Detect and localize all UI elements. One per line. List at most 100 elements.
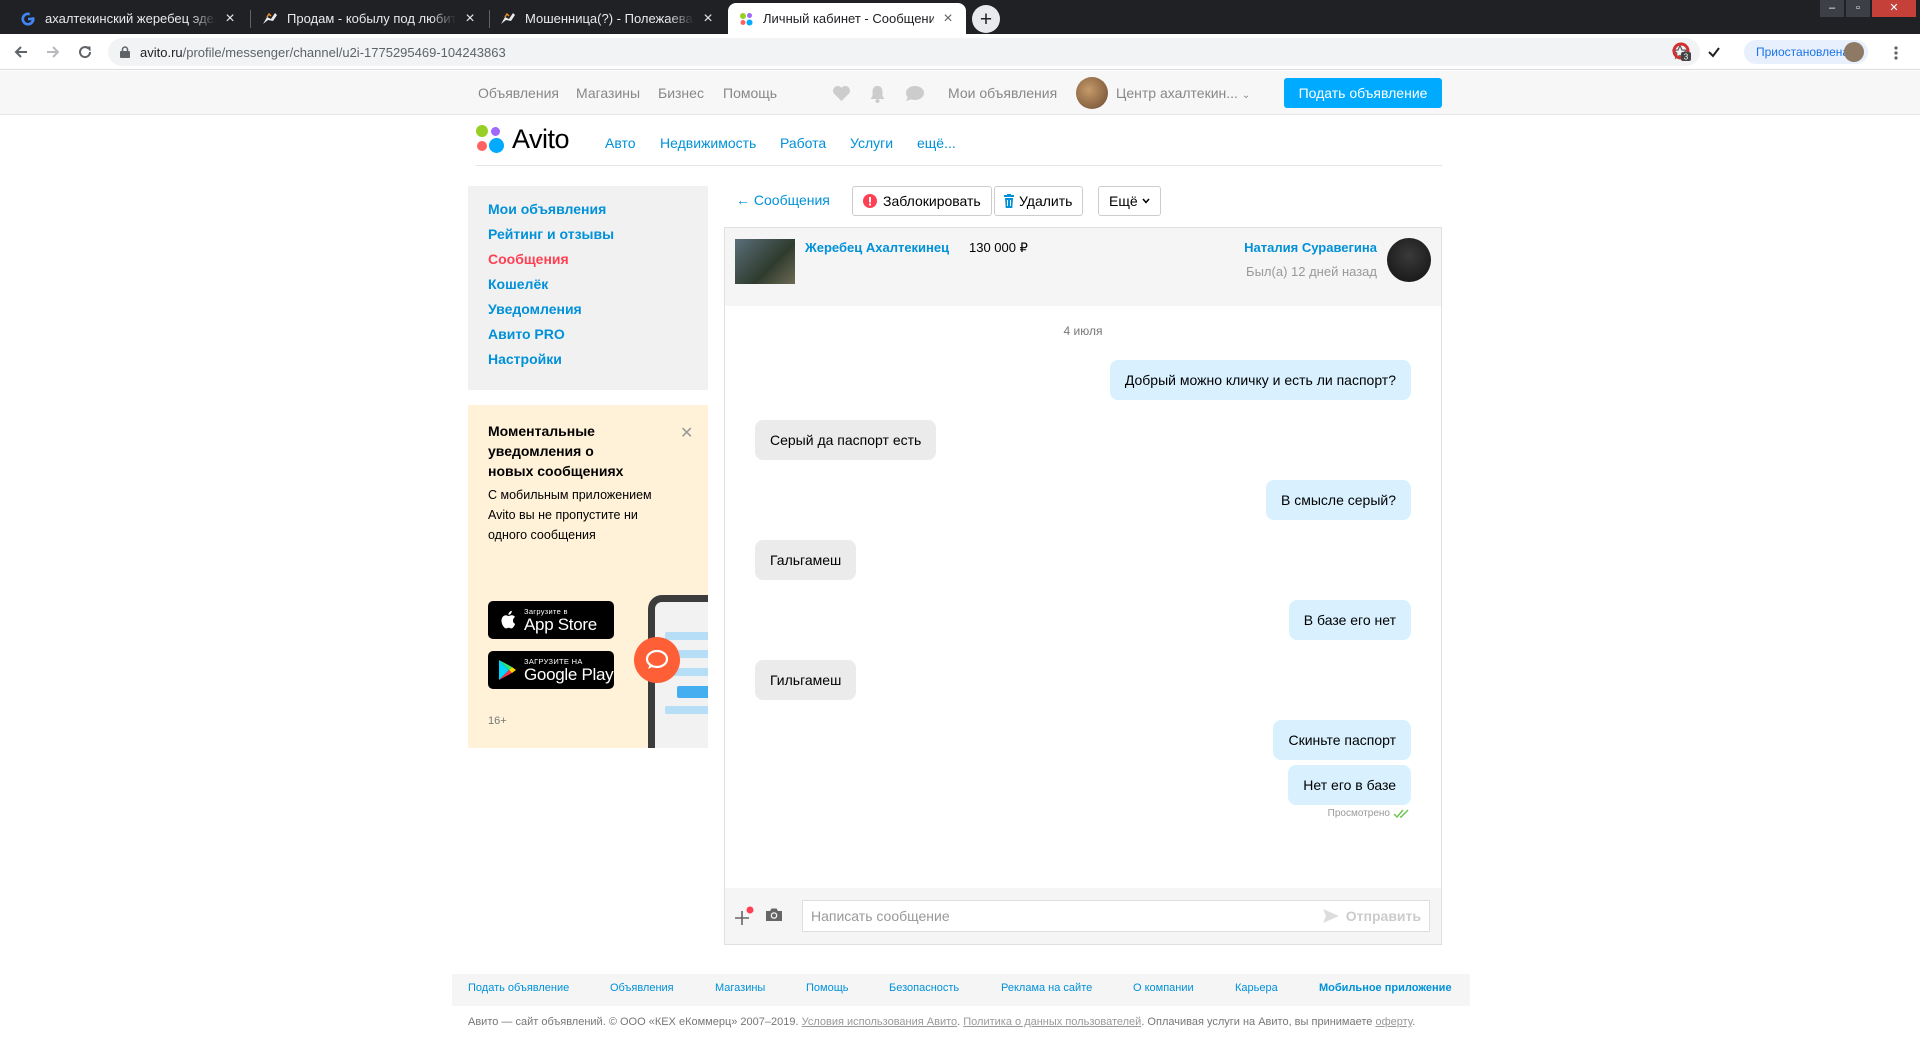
- close-icon[interactable]: ✕: [680, 423, 693, 443]
- profile-sync-paused[interactable]: Приостановлена: [1744, 40, 1868, 64]
- nav-more[interactable]: ещё...: [917, 135, 956, 151]
- message-outgoing: В смысле серый?: [1265, 480, 1411, 520]
- address-bar[interactable]: avito.ru/profile/messenger/channel/u2i-1…: [108, 38, 1700, 66]
- close-window-icon[interactable]: ✕: [1872, 0, 1916, 17]
- tab-close-icon[interactable]: ×: [222, 10, 238, 27]
- tab-title: Продам - кобылу под любителя: [287, 11, 456, 26]
- maximize-icon[interactable]: ▫: [1846, 0, 1870, 17]
- tab-title: Личный кабинет - Сообщения: [763, 11, 934, 26]
- message-outgoing: Скиньте паспорт: [1273, 720, 1411, 760]
- send-button[interactable]: Отправить: [1322, 908, 1421, 924]
- message-outgoing: Добрый можно кличку и есть ли паспорт?: [1109, 360, 1411, 400]
- nav-auto[interactable]: Авто: [605, 135, 636, 151]
- topbar-link-ads[interactable]: Объявления: [478, 85, 559, 101]
- tab-close-icon[interactable]: ×: [940, 10, 956, 27]
- item-thumbnail[interactable]: [735, 239, 795, 284]
- url-path: /profile/messenger/channel/u2i-177529546…: [182, 44, 506, 60]
- attach-plus-icon[interactable]: [733, 906, 755, 928]
- footer-link-help[interactable]: Помощь: [806, 982, 849, 994]
- footer-link-careers[interactable]: Карьера: [1235, 982, 1278, 994]
- message-input[interactable]: Написать сообщение Отправить: [802, 900, 1430, 932]
- block-button[interactable]: Заблокировать: [852, 186, 992, 216]
- sidebar-item-notifications[interactable]: Уведомления: [488, 301, 582, 317]
- sidebar-item-my-ads[interactable]: Мои объявления: [488, 201, 606, 217]
- footer-copyright: Авито — сайт объявлений. © ООО «КЕХ еКом…: [468, 1016, 1416, 1028]
- app-promo-banner: Моментальные уведомления о новых сообщен…: [468, 405, 708, 748]
- topbar-link-business[interactable]: Бизнес: [658, 85, 704, 101]
- interlocutor-avatar[interactable]: [1387, 238, 1431, 282]
- browser-tab-4-active[interactable]: Личный кабинет - Сообщения ×: [728, 3, 966, 34]
- extension-badge: 3: [1684, 53, 1689, 62]
- avito-logo[interactable]: Avito: [476, 124, 570, 155]
- back-to-messages-link[interactable]: ← Сообщения: [736, 192, 830, 208]
- camera-icon[interactable]: [765, 907, 783, 922]
- sidebar-item-rating[interactable]: Рейтинг и отзывы: [488, 226, 614, 242]
- more-dropdown-button[interactable]: Ещё: [1098, 186, 1161, 216]
- browser-menu-icon[interactable]: [1894, 46, 1898, 60]
- promo-text: С мобильным приложением Avito вы не проп…: [488, 488, 652, 542]
- nav-services[interactable]: Услуги: [850, 135, 893, 151]
- chat-icon[interactable]: [905, 85, 925, 102]
- new-tab-button[interactable]: +: [972, 5, 1000, 33]
- minimize-icon[interactable]: –: [1820, 0, 1844, 17]
- sidebar-item-messages[interactable]: Сообщения: [488, 251, 569, 267]
- lock-icon: [120, 46, 130, 58]
- app-store-button[interactable]: Загрузите в App Store: [488, 601, 614, 639]
- chevron-down-icon: ⌄: [1241, 90, 1251, 101]
- chat-bubble-icon: [634, 637, 680, 683]
- nav-jobs[interactable]: Работа: [780, 135, 826, 151]
- browser-tab-2[interactable]: Продам - кобылу под любителя ×: [252, 3, 488, 34]
- footer-link-post-ad[interactable]: Подать объявление: [468, 982, 569, 994]
- tab-title: ахалтекинский жеребец эдельвейс: [45, 11, 216, 26]
- offer-link[interactable]: оферту: [1375, 1016, 1412, 1028]
- interlocutor-name-link[interactable]: Наталия Суравегина: [1244, 240, 1377, 255]
- footer-link-about[interactable]: О компании: [1133, 982, 1194, 994]
- topbar-link-shops[interactable]: Магазины: [576, 85, 640, 101]
- forward-arrow-icon[interactable]: [42, 41, 64, 63]
- item-title-link[interactable]: Жеребец Ахалтекинец: [805, 240, 949, 255]
- sidebar-item-wallet[interactable]: Кошелёк: [488, 276, 548, 292]
- nav-realty[interactable]: Недвижимость: [660, 135, 756, 151]
- heart-icon[interactable]: [832, 85, 851, 102]
- browser-toolbar: avito.ru/profile/messenger/channel/u2i-1…: [0, 34, 1920, 70]
- header-divider: [476, 165, 1442, 166]
- message-outgoing: Нет его в базе: [1288, 765, 1411, 805]
- footer-link-advertising[interactable]: Реклама на сайте: [1001, 982, 1092, 994]
- user-avatar[interactable]: [1076, 77, 1108, 109]
- tab-close-icon[interactable]: ×: [700, 10, 716, 27]
- bell-icon[interactable]: [869, 85, 886, 103]
- opera-extension-icon[interactable]: 3: [1672, 42, 1692, 62]
- browser-tab-1[interactable]: ахалтекинский жеребец эдельвейс ×: [10, 3, 248, 34]
- tab-separator: [250, 10, 251, 28]
- footer-link-mobile-app[interactable]: Мобильное приложение: [1319, 982, 1452, 994]
- profile-status: Приостановлена: [1756, 45, 1850, 59]
- delete-button[interactable]: Удалить: [994, 186, 1084, 216]
- footer-link-safety[interactable]: Безопасность: [889, 982, 959, 994]
- terms-link[interactable]: Условия использования Авито: [802, 1016, 958, 1028]
- user-name-text: Центр ахалтекин...: [1116, 85, 1238, 101]
- tab-close-icon[interactable]: ×: [462, 10, 478, 27]
- more-label: Ещё: [1109, 193, 1138, 209]
- checkmark-extension-icon[interactable]: [1704, 42, 1724, 62]
- footer-link-ads[interactable]: Объявления: [610, 982, 674, 994]
- footer-link-shops[interactable]: Магазины: [715, 982, 765, 994]
- back-arrow-icon[interactable]: [10, 41, 32, 63]
- googleplay-label: Google Play: [524, 664, 614, 684]
- google-play-button[interactable]: ЗАГРУЗИТЕ НА Google Play: [488, 651, 614, 689]
- topbar-link-help[interactable]: Помощь: [723, 85, 777, 101]
- topbar-user-name[interactable]: Центр ахалтекин... ⌄: [1116, 85, 1250, 101]
- message-composer: Написать сообщение Отправить: [725, 888, 1441, 944]
- horse-icon: [500, 11, 516, 27]
- topbar-my-ads[interactable]: Мои объявления: [948, 85, 1057, 101]
- post-ad-button[interactable]: Подать объявление: [1284, 78, 1442, 108]
- age-rating: 16+: [488, 715, 507, 727]
- avito-icon: [738, 11, 754, 27]
- sidebar-item-settings[interactable]: Настройки: [488, 351, 562, 367]
- sidebar-item-avito-pro[interactable]: Авито PRO: [488, 326, 565, 342]
- browser-tab-3[interactable]: Мошенница(?) - Полежаева Мария ×: [490, 3, 726, 34]
- reload-icon[interactable]: [74, 41, 96, 63]
- horse-icon: [262, 11, 278, 27]
- message-outgoing: В базе его нет: [1288, 600, 1411, 640]
- copyright-prefix: Авито — сайт объявлений. © ООО «КЕХ еКом…: [468, 1016, 799, 1028]
- privacy-link[interactable]: Политика о данных пользователей: [963, 1016, 1141, 1028]
